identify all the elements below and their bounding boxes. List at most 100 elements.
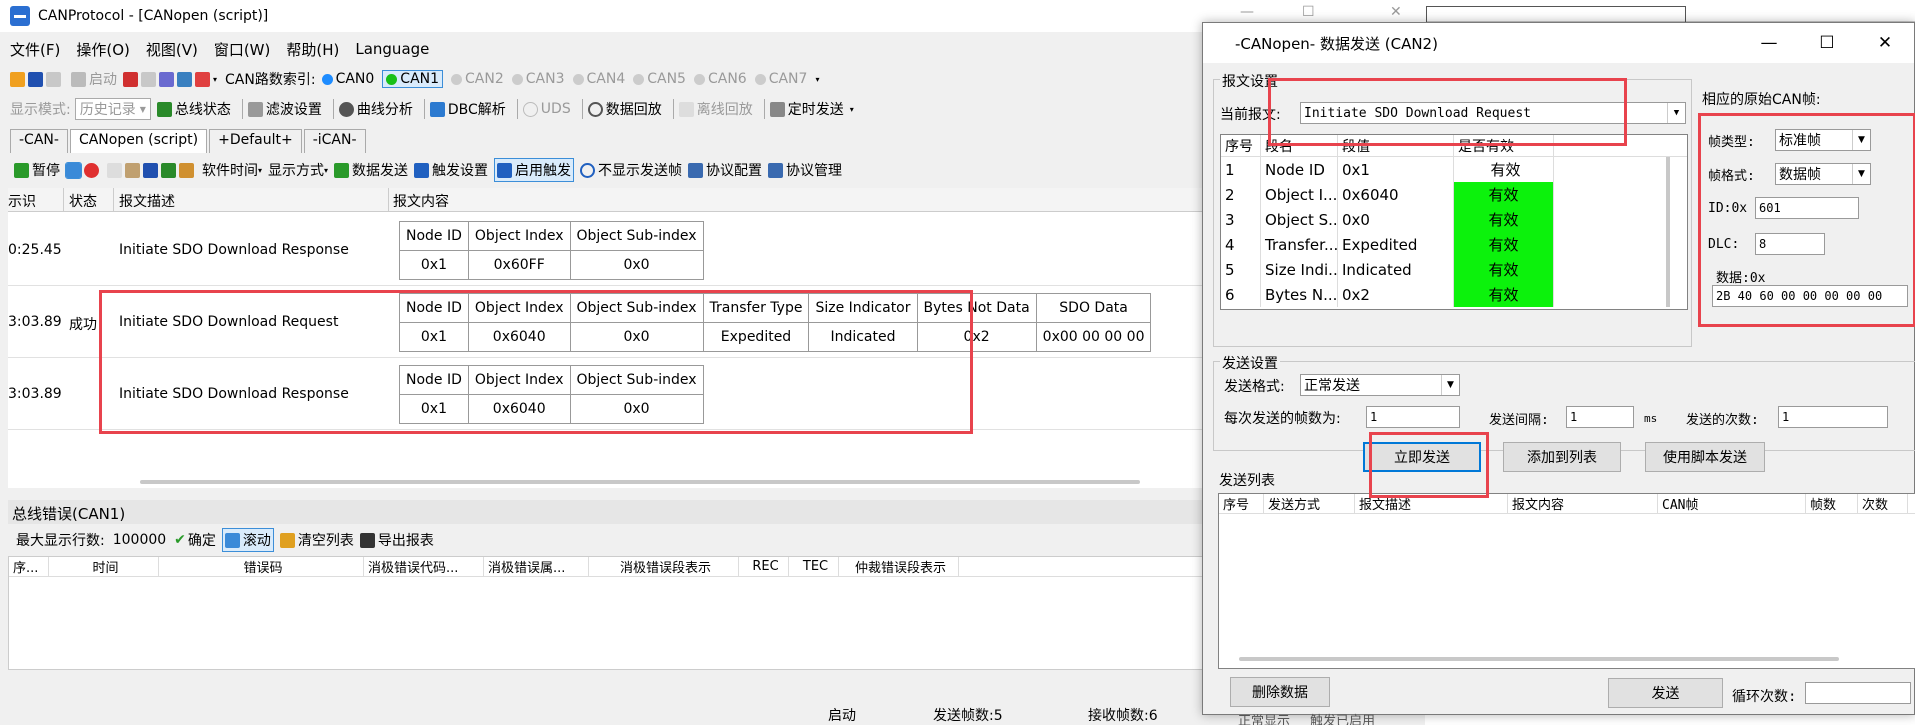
timed-send-button[interactable]: 定时发送 [769, 99, 844, 119]
plug-icon[interactable] [141, 71, 156, 87]
menu-window[interactable]: 窗口(W) [214, 39, 271, 60]
col-time: 示识 [8, 194, 36, 210]
channel-can7[interactable]: CAN7 [754, 71, 807, 87]
field-row[interactable]: 2 Object I... 0x6040 有效 [1221, 182, 1687, 207]
tab-canopen-script[interactable]: CANopen (script) [69, 129, 208, 153]
channel-can0[interactable]: CAN0 [321, 71, 374, 87]
clear-list-button[interactable]: 清空列表 [279, 530, 354, 550]
start-button[interactable]: 启动 [71, 69, 117, 89]
uds-button[interactable]: UDS [522, 101, 571, 117]
script-send-button[interactable]: 使用脚本发送 [1645, 442, 1765, 472]
hide-sent-button[interactable]: 不显示发送帧 [580, 160, 682, 180]
pause-button[interactable]: 暂停 [14, 160, 60, 180]
tab-ican[interactable]: -iCAN- [303, 129, 366, 153]
max-rows-input[interactable]: 100000 [113, 532, 166, 548]
channel-can6[interactable]: CAN6 [693, 71, 747, 87]
channel-can1[interactable]: CAN1 [382, 70, 444, 88]
main-close-icon[interactable]: ✕ [1390, 4, 1402, 20]
toolbar-more-icon[interactable]: ▾ [850, 105, 854, 114]
replay-button[interactable]: 数据回放 [587, 99, 662, 119]
device-icon[interactable] [159, 71, 174, 87]
export-report-button[interactable]: 导出报表 [359, 530, 434, 550]
main-maximize-icon[interactable]: ☐ [1302, 4, 1315, 20]
field-value: 0x1 [1338, 157, 1454, 182]
loop-count-input[interactable] [1805, 682, 1911, 704]
maximize-icon[interactable]: ☐ [1798, 23, 1856, 63]
count-input[interactable]: 1 [1778, 406, 1888, 428]
filter-button[interactable]: 滤波设置 [247, 99, 322, 119]
main-minimize-icon[interactable]: — [1240, 4, 1254, 20]
protocol-config-button[interactable]: 协议配置 [688, 160, 762, 180]
tab-can[interactable]: -CAN- [10, 129, 68, 153]
interval-input[interactable]: 1 [1566, 406, 1634, 428]
minimize-icon[interactable]: — [1740, 23, 1798, 63]
stop-record-icon[interactable] [84, 162, 99, 178]
wrench-icon[interactable] [46, 71, 61, 87]
horizontal-scrollbar[interactable] [140, 480, 1140, 484]
stop-icon[interactable] [123, 71, 138, 87]
enable-trigger-button[interactable]: 启用触发 [494, 158, 575, 182]
monitor-icon[interactable] [177, 71, 192, 87]
more-dropdown-icon[interactable]: ▾ [213, 75, 217, 84]
trigger-settings-button[interactable]: 触发设置 [414, 160, 488, 180]
scol-no: 序号 [1219, 494, 1264, 513]
field-grid-scrollbar[interactable] [1666, 157, 1670, 307]
menu-language[interactable]: Language [355, 40, 429, 58]
config-icon [688, 162, 704, 178]
field-row[interactable]: 6 Bytes N... 0x2 有效 [1221, 282, 1687, 307]
offline-replay-button[interactable]: 离线回放 [678, 99, 753, 119]
protocol-config-label: 协议配置 [706, 163, 763, 179]
field-no: 4 [1221, 232, 1261, 257]
divider [423, 99, 425, 119]
channel-can2[interactable]: CAN2 [451, 71, 504, 87]
tab-default[interactable]: +Default+ [209, 129, 302, 153]
message-row[interactable]: 0:25.45 Initiate SDO Download Response N… [8, 214, 1203, 286]
menu-help[interactable]: 帮助(H) [286, 39, 339, 60]
export-icon[interactable] [161, 162, 176, 178]
field-grid: 序号 段名 段值 是否有效 1 Node ID 0x1 有效 2 Object … [1220, 134, 1688, 310]
field-row[interactable]: 5 Size Indi... Indicated 有效 [1221, 257, 1687, 282]
soft-time-dropdown[interactable]: 软件时间 ▾ [202, 160, 262, 180]
save-icon[interactable] [143, 162, 158, 178]
clear-label: 清空列表 [297, 533, 354, 549]
confirm-button[interactable]: ✔ 确定 [174, 530, 216, 550]
paste-icon[interactable] [125, 162, 140, 178]
channel-can3[interactable]: CAN3 [511, 71, 565, 87]
protocol-manage-button[interactable]: 协议管理 [768, 160, 842, 180]
send-format-select[interactable]: 正常发送 ▼ [1300, 374, 1460, 396]
curve-button[interactable]: 曲线分析 [338, 99, 413, 119]
menu-view[interactable]: 视图(V) [146, 39, 198, 60]
dbc-label: DBC解析 [447, 102, 506, 118]
bus-status-button[interactable]: 总线状态 [156, 99, 231, 119]
protocol-manage-label: 协议管理 [786, 163, 843, 179]
save-icon[interactable] [28, 71, 43, 87]
tool-icon[interactable] [195, 71, 210, 87]
channel-label: CAN2 [465, 71, 504, 87]
package-icon[interactable] [179, 162, 194, 178]
channel-can4[interactable]: CAN4 [572, 71, 625, 87]
frames-per-input[interactable]: 1 [1366, 406, 1460, 428]
channel-can5[interactable]: CAN5 [633, 71, 686, 87]
scroll-toggle[interactable]: 滚动 [221, 528, 274, 552]
dbc-button[interactable]: DBC解析 [429, 99, 506, 119]
channel-more-icon[interactable]: ▾ [815, 75, 819, 84]
divider [763, 99, 765, 119]
new-icon[interactable] [10, 71, 25, 87]
display-mode-dropdown[interactable]: 显示方式 ▾ [268, 160, 328, 180]
menu-file[interactable]: 文件(F) [10, 39, 60, 60]
record-icon[interactable] [65, 161, 82, 179]
scol-canframe: CAN帧 [1658, 494, 1806, 513]
close-icon[interactable]: ✕ [1856, 23, 1914, 63]
menu-operate[interactable]: 操作(O) [76, 39, 130, 60]
field-row[interactable]: 3 Object S... 0x0 有效 [1221, 207, 1687, 232]
field-row[interactable]: 1 Node ID 0x1 有效 [1221, 157, 1687, 182]
mode-select[interactable]: 历史记录 ▼ [74, 98, 151, 120]
send-button[interactable]: 发送 [1608, 678, 1723, 708]
send-list-scrollbar[interactable] [1239, 657, 1839, 661]
copy-icon[interactable] [107, 162, 122, 178]
field-row[interactable]: 4 Transfer... Expedited 有效 [1221, 232, 1687, 257]
delete-data-button[interactable]: 删除数据 [1230, 677, 1330, 707]
add-to-list-button[interactable]: 添加到列表 [1503, 442, 1621, 472]
data-send-button[interactable]: 数据发送 [334, 160, 408, 180]
err-col-passive-seg: 消极错误段表示 [589, 557, 739, 576]
